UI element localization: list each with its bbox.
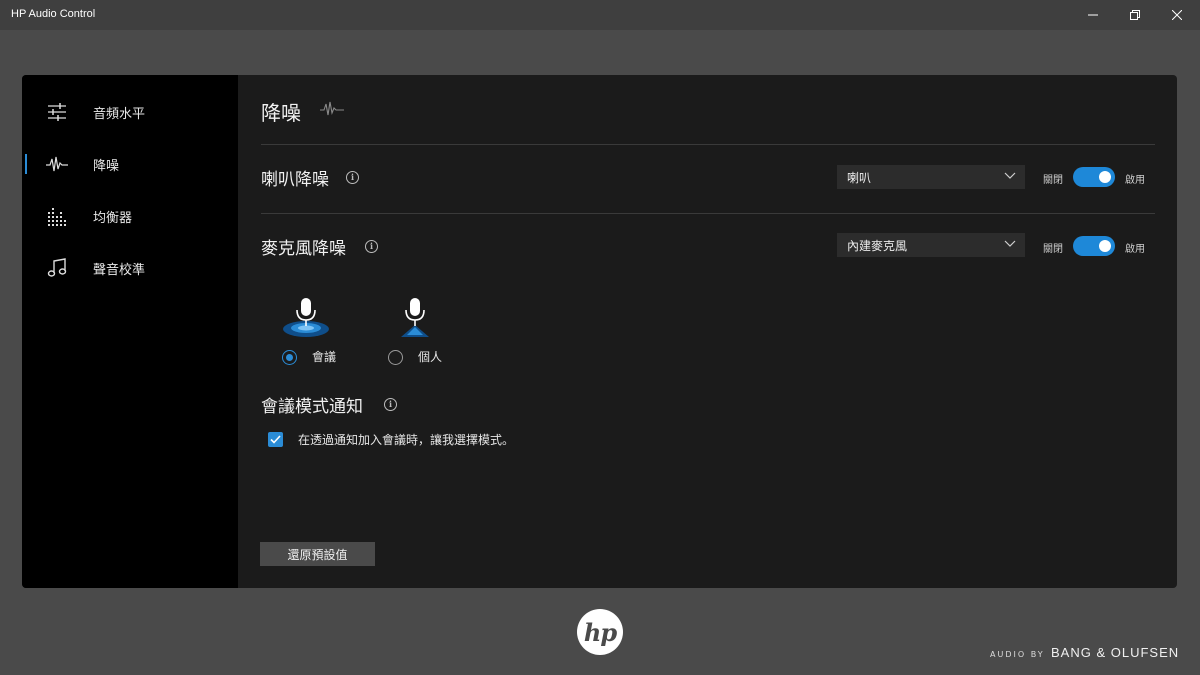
info-icon[interactable]: i (346, 171, 359, 184)
title-bar: HP Audio Control (0, 0, 1200, 30)
minimize-icon (1088, 14, 1098, 16)
mic-dropdown-value: 內建麥克風 (847, 239, 908, 253)
toggle-off-label: 關閉 (1043, 244, 1063, 255)
main-panel: 音頻水平 降噪 均衡器 聲音校準 降噪 喇叭降噪 i 喇叭 關閉 啟用 麥克風降… (22, 75, 1177, 588)
sidebar-item-label: 音頻水平 (93, 107, 146, 122)
hp-logo-text: hp (583, 617, 617, 647)
toggle-on-label: 啟用 (1125, 244, 1145, 255)
sidebar-item-sound-calibration[interactable]: 聲音校準 (22, 248, 238, 288)
sidebar-item-equalizer[interactable]: 均衡器 (22, 196, 238, 236)
close-icon (1172, 10, 1182, 20)
speaker-noise-toggle[interactable] (1073, 167, 1115, 187)
sidebar: 音頻水平 降噪 均衡器 聲音校準 (22, 75, 238, 588)
audio-by-label: AUDIO BY (990, 650, 1045, 659)
radio-dot (286, 354, 293, 361)
sidebar-item-noise-reduction[interactable]: 降噪 (22, 144, 238, 184)
toggle-on-label: 啟用 (1125, 175, 1145, 186)
waveform-icon (46, 154, 68, 174)
waveform-icon (320, 101, 344, 116)
hp-logo: hp (577, 609, 623, 655)
toggle-knob (1099, 171, 1111, 183)
active-indicator (25, 154, 27, 174)
meeting-notification-title: 會議模式通知 (261, 397, 363, 417)
chevron-down-icon (1004, 172, 1016, 179)
equalizer-icon (46, 206, 68, 226)
radio-personal[interactable] (388, 350, 403, 365)
sidebar-item-label: 聲音校準 (93, 263, 146, 278)
close-button[interactable] (1154, 0, 1200, 30)
speaker-noise-title: 喇叭降噪 (261, 170, 329, 190)
speaker-dropdown[interactable]: 喇叭 (837, 165, 1025, 189)
page-title: 降噪 (261, 101, 301, 125)
info-icon[interactable]: i (384, 398, 397, 411)
checkmark-icon (270, 435, 281, 444)
conference-microphone-icon[interactable] (281, 295, 331, 340)
minimize-button[interactable] (1070, 0, 1116, 30)
restore-defaults-button[interactable]: 還原預設值 (260, 542, 375, 566)
mic-noise-title: 麥克風降噪 (261, 239, 346, 259)
sliders-icon (46, 102, 68, 122)
sidebar-item-label: 降噪 (93, 159, 120, 174)
radio-conference-label: 會議 (312, 350, 337, 364)
sidebar-item-label: 均衡器 (93, 211, 133, 226)
music-note-icon (46, 258, 68, 278)
personal-microphone-icon[interactable] (395, 295, 435, 340)
info-icon[interactable]: i (365, 240, 378, 253)
mic-noise-toggle[interactable] (1073, 236, 1115, 256)
sidebar-item-audio-levels[interactable]: 音頻水平 (22, 92, 238, 132)
toggle-knob (1099, 240, 1111, 252)
radio-personal-label: 個人 (418, 350, 443, 364)
toggle-off-label: 關閉 (1043, 175, 1063, 186)
window-title: HP Audio Control (11, 8, 96, 20)
notification-checkbox-label: 在透過通知加入會議時，讓我選擇模式。 (298, 433, 515, 447)
speaker-dropdown-value: 喇叭 (847, 171, 872, 185)
brand-name: BANG & OLUFSEN (1051, 645, 1180, 660)
content-area: 降噪 喇叭降噪 i 喇叭 關閉 啟用 麥克風降噪 i 內建麥克風 關閉 啟用 會… (238, 75, 1177, 588)
restore-icon (1130, 10, 1140, 20)
divider (261, 144, 1155, 145)
chevron-down-icon (1004, 240, 1016, 247)
mic-dropdown[interactable]: 內建麥克風 (837, 233, 1025, 257)
restore-button[interactable] (1112, 0, 1158, 30)
divider (261, 213, 1155, 214)
radio-conference[interactable] (282, 350, 297, 365)
notification-checkbox[interactable] (268, 432, 283, 447)
